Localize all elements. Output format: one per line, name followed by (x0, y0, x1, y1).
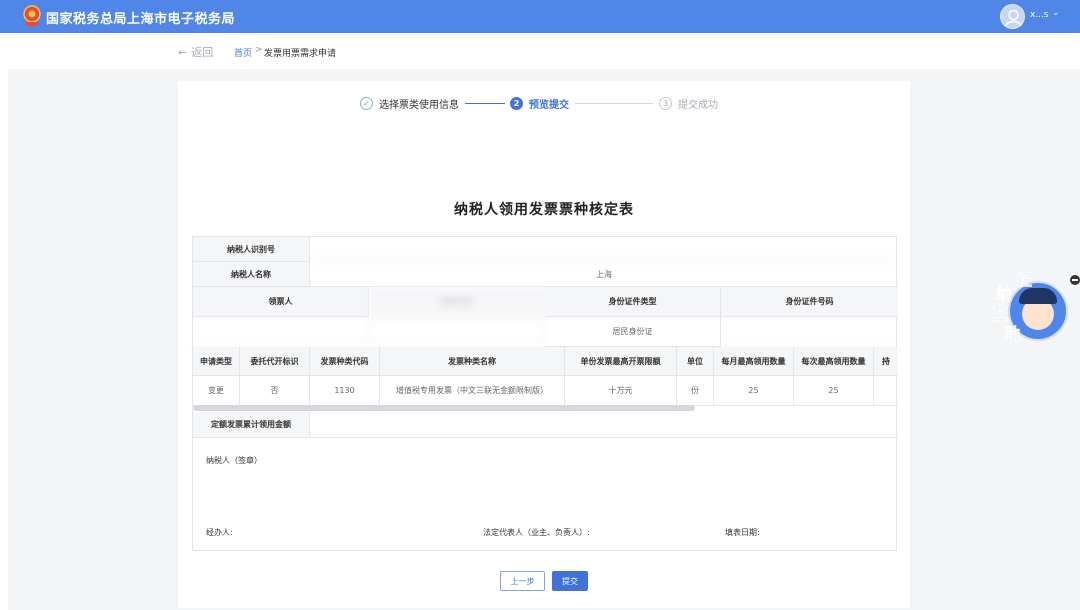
breadcrumb-current: 发票用票需求申请 (264, 49, 337, 59)
taxpayer-id-value (310, 237, 898, 262)
previous-step-button[interactable]: 上一步 (500, 571, 545, 591)
col-unit: 单位 (677, 347, 714, 376)
step-label: 提交成功 (678, 100, 718, 111)
col-per-time-max: 每次最高领用数量 (794, 347, 874, 376)
step-label: 选择票类使用信息 (379, 100, 459, 111)
recipient-value (193, 317, 369, 347)
entrust-flag-value: 否 (240, 376, 310, 406)
quota-label: 定额发票累计领用金额 (193, 412, 310, 438)
max-amount-value: 十万元 (565, 376, 677, 406)
invoice-code-value: 1130 (310, 376, 380, 406)
phone-value (369, 317, 545, 347)
taxpayer-name-value: 上海 (310, 262, 898, 287)
form-title: 纳税人领用发票票种核定表 (454, 202, 634, 218)
monthly-max-value: 25 (714, 376, 794, 406)
col-id-type: 身份证件类型 (545, 287, 721, 317)
top-header: 国家税务总局上海市电子税务局 x...s ⌄ (0, 0, 1080, 33)
assistant-char: 征 (1016, 270, 1033, 290)
handler-label: 经办人: (206, 528, 233, 537)
breadcrumb-separator: > (255, 45, 263, 55)
col-monthly-max: 每月最高领用数量 (714, 347, 794, 376)
verification-table: 纳税人识别号 纳税人名称 上海 领票人 联系电话 身份证件类型 身份证件号码 居… (192, 236, 898, 551)
quota-value (310, 412, 898, 438)
horizontal-scrollbar[interactable] (193, 405, 695, 411)
col-apply-type: 申请类型 (193, 347, 240, 376)
col-entrust-flag: 委托代开标识 (240, 347, 310, 376)
taxpayer-id-label: 纳税人识别号 (193, 237, 310, 262)
back-button[interactable]: ← 返回 (178, 44, 213, 60)
step-label: 预览提交 (529, 100, 569, 111)
step-check-icon: ✓ (360, 97, 373, 110)
user-name[interactable]: x...s (1030, 10, 1049, 20)
back-label: 返回 (191, 46, 214, 59)
col-recipient: 领票人 (193, 287, 369, 317)
col-invoice-name: 发票种类名称 (380, 347, 565, 376)
tax-interaction-assistant[interactable]: 征 纳 互 动 (986, 266, 1076, 352)
tax-emblem-logo (23, 5, 41, 26)
step-select-ticket-info: ✓ 选择票类使用信息 (360, 96, 459, 111)
collapse-assistant-icon[interactable] (1070, 275, 1080, 285)
unit-value: 份 (677, 376, 714, 406)
legal-rep-label: 法定代表人（业主、负责人）: (483, 528, 590, 537)
assistant-hat (1019, 288, 1057, 304)
user-icon (1005, 9, 1022, 27)
assistant-char: 动 (1004, 324, 1021, 344)
per-time-max-value: 25 (794, 376, 874, 406)
id-number-value (721, 317, 898, 347)
step-number: 2 (510, 97, 523, 110)
col-max-amount: 单份发票最高开票限额 (565, 347, 677, 376)
submit-button[interactable]: 提交 (552, 571, 588, 591)
step-submit-success: 3 提交成功 (659, 96, 718, 111)
invoice-name-value: 增值税专用发票（中文三联无金额限制版） (380, 376, 565, 406)
col-id-number: 身份证件号码 (721, 287, 898, 317)
id-type-value: 居民身份证 (545, 317, 721, 347)
user-avatar[interactable] (1000, 4, 1025, 29)
apply-type-value: 变更 (193, 376, 240, 406)
col-phone: 联系电话 (369, 287, 545, 317)
site-title: 国家税务总局上海市电子税务局 (46, 12, 236, 27)
step-number: 3 (659, 97, 672, 110)
breadcrumb-bar (8, 33, 1080, 69)
holding-value (874, 376, 898, 406)
col-holding: 持 (874, 347, 898, 376)
chevron-down-icon[interactable]: ⌄ (1052, 8, 1060, 18)
step-connector (575, 103, 653, 104)
fill-date-label: 填表日期: (725, 528, 760, 537)
step-connector (465, 103, 505, 104)
step-preview-submit: 2 预览提交 (510, 96, 569, 111)
back-arrow-icon: ← (178, 46, 188, 59)
breadcrumb-home-link[interactable]: 首页 (234, 46, 252, 59)
taxpayer-name-label: 纳税人名称 (193, 262, 310, 287)
col-invoice-code: 发票种类代码 (310, 347, 380, 376)
taxpayer-seal-label: 纳税人（签章） (206, 456, 262, 465)
